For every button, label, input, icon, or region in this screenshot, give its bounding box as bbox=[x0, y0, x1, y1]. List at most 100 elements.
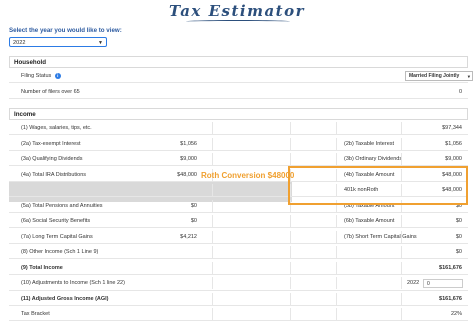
income-row: (2a) Tax-exempt Interest $1,056 (2b) Taxab… bbox=[9, 137, 468, 151]
income-row-right-value: $0 bbox=[455, 249, 462, 255]
income-row-left-value: $4,212 bbox=[180, 233, 197, 240]
income-row-label: (6a) Social Security Benefits bbox=[21, 218, 91, 224]
income-row-label: (5a) Total Pensions and Annuities bbox=[21, 202, 103, 209]
column-divider bbox=[336, 261, 337, 274]
income-header: Income bbox=[9, 108, 468, 120]
column-divider bbox=[336, 246, 337, 258]
column-divider bbox=[336, 215, 337, 227]
column-divider bbox=[401, 215, 402, 227]
column-divider bbox=[290, 277, 291, 289]
column-divider bbox=[401, 137, 402, 150]
year-select[interactable]: 2022 ▼ bbox=[9, 37, 107, 47]
column-divider bbox=[401, 261, 402, 274]
income-row-label: (9) Total Income bbox=[21, 264, 63, 271]
info-icon[interactable]: i bbox=[54, 72, 61, 79]
household-header: Household bbox=[9, 56, 468, 68]
income-row-left-value: $0 bbox=[190, 218, 197, 224]
income-row-label: (7a) Long Term Capital Gains bbox=[21, 233, 93, 240]
income-row: (10) Adjustments to Income (Sch 1 line 2… bbox=[9, 277, 468, 291]
income-row-right-value: $161,676 bbox=[439, 264, 462, 271]
income-row: (7a) Long Term Capital Gains $4,212 (7b) S… bbox=[9, 230, 468, 244]
filing-status-select[interactable]: Married Filing Jointly ▾ bbox=[405, 71, 473, 81]
income-row-left-value: $9,000 bbox=[180, 156, 197, 162]
adjustments-input[interactable]: 0 bbox=[423, 279, 463, 288]
column-divider bbox=[336, 277, 337, 289]
filers-over-65-label: Number of filers over 65 bbox=[21, 89, 80, 95]
filing-status-label: Filing Status i bbox=[21, 70, 61, 82]
year-select-value: 2022 bbox=[13, 40, 26, 46]
income-row-right-value: 22% bbox=[450, 311, 462, 317]
filers-over-65-value[interactable]: 0 bbox=[459, 86, 462, 98]
income-row-label: (2a) Tax-exempt Interest bbox=[21, 140, 81, 147]
income-row-left-value: $1,056 bbox=[180, 140, 197, 147]
column-divider bbox=[290, 292, 291, 305]
income-row: (1) Wages, salaries, tips, etc. $97,344 bbox=[9, 122, 468, 135]
column-divider bbox=[336, 122, 337, 134]
income-row: (11) Adjusted Gross Income (AGI) $161,676 bbox=[9, 292, 468, 306]
column-divider bbox=[401, 292, 402, 305]
column-divider bbox=[290, 261, 291, 274]
title-underline bbox=[186, 20, 290, 23]
income-row: (8) Other Income (Sch 1 Line 9) $0 bbox=[9, 246, 468, 259]
filing-status-row: Filing Status i Married Filing Jointly ▾ bbox=[9, 70, 473, 83]
column-divider bbox=[212, 199, 213, 212]
filing-status-label-text: Filing Status bbox=[21, 73, 52, 79]
column-divider bbox=[212, 215, 213, 227]
income-row: Tax Bracket 22% bbox=[9, 308, 468, 321]
income-row-right-value: $97,344 bbox=[442, 125, 462, 131]
income-row-left-value: $48,000 bbox=[177, 171, 197, 178]
income-row-label: (4a) Total IRA Distributions bbox=[21, 171, 87, 178]
income-row-left-value: $0 bbox=[190, 202, 197, 209]
income-row-right-value: $9,000 bbox=[445, 156, 462, 162]
column-divider bbox=[401, 153, 402, 165]
column-divider bbox=[336, 308, 337, 320]
column-divider bbox=[212, 153, 213, 165]
column-divider bbox=[212, 184, 213, 196]
column-divider bbox=[401, 308, 402, 320]
app-title: Tax Estimator bbox=[168, 2, 306, 20]
chevron-down-icon: ▾ bbox=[467, 74, 470, 79]
column-divider bbox=[212, 122, 213, 134]
income-row-right-label: (2b) Taxable Interest bbox=[344, 140, 395, 147]
income-row: (6a) Social Security Benefits $0 (6b) Taxa… bbox=[9, 215, 468, 228]
column-divider bbox=[290, 153, 291, 165]
column-divider bbox=[290, 230, 291, 243]
column-divider bbox=[290, 215, 291, 227]
income-row-right-label: (3b) Ordinary Dividends bbox=[344, 156, 403, 162]
column-divider bbox=[212, 261, 213, 274]
income-row-right-label: (6b) Taxable Amount bbox=[344, 218, 395, 224]
column-divider bbox=[212, 277, 213, 289]
income-row: (9) Total Income $161,676 bbox=[9, 261, 468, 275]
column-divider bbox=[401, 277, 402, 289]
column-divider bbox=[212, 246, 213, 258]
income-row-label: (3a) Qualifying Dividends bbox=[21, 156, 83, 162]
roth-conversion-annotation: Roth Conversion $48000 bbox=[201, 171, 295, 180]
income-row-label: (10) Adjustments to Income (Sch 1 line 2… bbox=[21, 280, 125, 286]
column-divider bbox=[212, 308, 213, 320]
column-divider bbox=[290, 137, 291, 150]
income-row-right-value: $0 bbox=[455, 233, 462, 240]
income-row-right-value: $161,676 bbox=[439, 295, 462, 302]
column-divider bbox=[290, 246, 291, 258]
column-divider bbox=[290, 122, 291, 134]
column-divider bbox=[212, 292, 213, 305]
column-divider bbox=[401, 122, 402, 134]
column-divider bbox=[401, 246, 402, 258]
chevron-down-icon: ▼ bbox=[98, 40, 103, 46]
column-divider bbox=[336, 292, 337, 305]
income-row-right-label: (7b) Short Term Capital Gains bbox=[344, 233, 417, 240]
column-divider bbox=[336, 153, 337, 165]
column-divider bbox=[401, 230, 402, 243]
roth-conversion-highlight-box bbox=[288, 166, 468, 205]
income-row-label: Tax Bracket bbox=[21, 311, 50, 317]
column-divider bbox=[212, 137, 213, 150]
year-select-label: Select the year you would like to view: bbox=[9, 27, 122, 34]
income-row-label: (1) Wages, salaries, tips, etc. bbox=[21, 125, 92, 131]
income-row: (3a) Qualifying Dividends $9,000 (3b) Ordi… bbox=[9, 153, 468, 166]
column-divider bbox=[212, 230, 213, 243]
income-row-right-value: $0 bbox=[455, 218, 462, 224]
income-row-label: (11) Adjusted Gross Income (AGI) bbox=[21, 295, 109, 302]
column-divider bbox=[336, 230, 337, 243]
column-divider bbox=[336, 137, 337, 150]
adjustments-year-label: 2022 bbox=[407, 280, 420, 286]
